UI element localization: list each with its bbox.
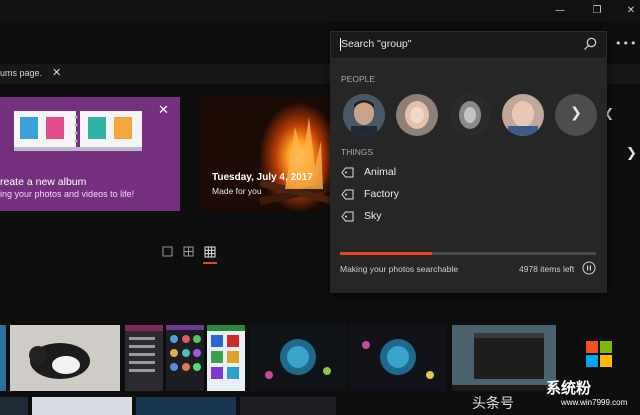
indexing-progress-fill bbox=[340, 252, 433, 255]
thing-item-factory[interactable]: Factory bbox=[341, 186, 541, 204]
notice-text: ums page. bbox=[0, 68, 43, 78]
thing-item-animal[interactable]: Animal bbox=[341, 164, 541, 182]
restore-icon[interactable]: ❐ bbox=[589, 3, 605, 19]
photo-thumbnail[interactable] bbox=[136, 397, 236, 415]
tag-icon bbox=[341, 211, 354, 222]
close-icon[interactable]: ✕ bbox=[158, 103, 169, 118]
person-avatar[interactable] bbox=[449, 94, 491, 136]
photo-thumbnail-game[interactable] bbox=[249, 325, 347, 391]
more-icon[interactable]: ••• bbox=[615, 37, 637, 50]
tag-icon bbox=[341, 189, 354, 200]
pause-icon[interactable] bbox=[582, 261, 596, 275]
photo-thumbnail-phone[interactable] bbox=[207, 325, 245, 391]
memory-card-title: Tuesday, July 4, 2017 bbox=[212, 172, 313, 183]
windows-logo-icon bbox=[586, 341, 612, 367]
things-section-label: THINGS bbox=[341, 147, 374, 157]
chevron-right-icon[interactable]: ❯ bbox=[626, 146, 637, 161]
thing-label: Factory bbox=[364, 188, 400, 200]
photo-thumbnail[interactable] bbox=[32, 397, 132, 415]
site-logo-url: www.win7999.com bbox=[561, 398, 628, 407]
watermark-text: 头条号 bbox=[472, 396, 514, 412]
album-card-title: reate a new album bbox=[0, 176, 87, 188]
photo-thumbnail-phone[interactable] bbox=[166, 325, 204, 391]
person-avatar[interactable] bbox=[396, 94, 438, 136]
photo-thumbnail[interactable] bbox=[0, 397, 28, 415]
more-people-button[interactable]: ❯ bbox=[555, 94, 597, 136]
photo-thumbnail-game[interactable] bbox=[350, 325, 447, 391]
thing-label: Animal bbox=[364, 166, 397, 178]
people-section-label: PEOPLE bbox=[341, 74, 376, 84]
album-illustration bbox=[14, 111, 142, 151]
selected-view-indicator bbox=[203, 262, 217, 264]
indexing-progress-bar bbox=[340, 252, 596, 255]
search-icon[interactable] bbox=[582, 36, 598, 52]
medium-thumbnails-icon[interactable] bbox=[183, 246, 195, 258]
thing-item-sky[interactable]: Sky bbox=[341, 208, 541, 226]
close-icon[interactable]: ✕ bbox=[52, 66, 61, 79]
large-thumbnails-icon[interactable] bbox=[162, 246, 174, 258]
minimize-icon[interactable]: — bbox=[552, 3, 568, 19]
small-thumbnails-icon[interactable] bbox=[204, 246, 216, 258]
photo-thumbnail-cat[interactable] bbox=[10, 325, 120, 391]
chevron-right-icon: ❯ bbox=[570, 105, 582, 121]
indexing-status: Making your photos searchable bbox=[340, 264, 459, 274]
items-left-count: 4978 items left bbox=[519, 264, 575, 274]
close-icon[interactable]: ✕ bbox=[623, 3, 639, 19]
photo-thumbnail-screenshot[interactable] bbox=[125, 325, 163, 391]
search-input-value: Search "group" bbox=[341, 38, 412, 50]
person-avatar[interactable] bbox=[502, 94, 544, 136]
album-card-subtitle: ing your photos and videos to life! bbox=[0, 189, 135, 199]
title-bar: — ❐ ✕ bbox=[0, 0, 640, 22]
thing-label: Sky bbox=[364, 210, 382, 222]
person-avatar[interactable] bbox=[343, 94, 385, 136]
photo-thumbnail[interactable] bbox=[240, 397, 336, 415]
photo-thumbnail-desktop[interactable] bbox=[452, 325, 556, 391]
memory-card-subtitle: Made for you bbox=[212, 186, 262, 196]
site-logo-text: 系统粉 bbox=[546, 379, 592, 397]
tag-icon bbox=[341, 167, 354, 178]
photo-thumbnail[interactable] bbox=[0, 325, 6, 391]
